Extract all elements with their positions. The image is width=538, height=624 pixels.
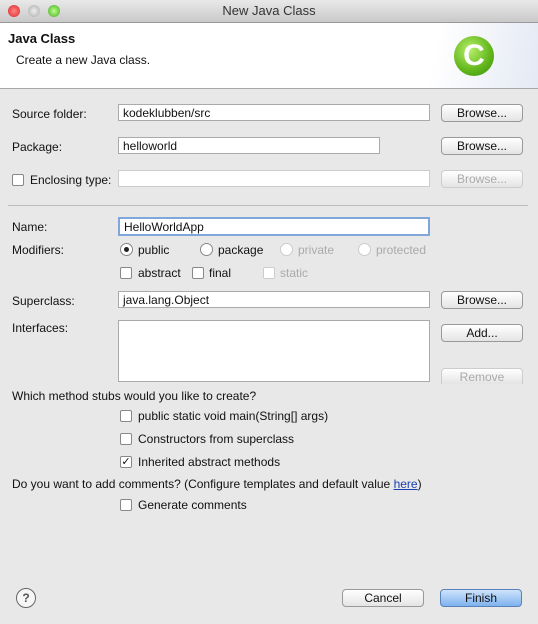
abstract-checkbox[interactable] — [120, 267, 132, 279]
close-window-button[interactable] — [8, 5, 20, 17]
source-folder-label: Source folder: — [12, 107, 87, 121]
enclosing-type-label: Enclosing type: — [30, 173, 112, 187]
finish-button[interactable]: Finish — [440, 589, 522, 607]
interfaces-label: Interfaces: — [12, 321, 69, 335]
static-checkbox[interactable] — [263, 267, 275, 279]
source-folder-input[interactable]: kodeklubben/src — [118, 104, 430, 121]
modifiers-label: Modifiers: — [12, 243, 65, 257]
generate-comments-checkbox[interactable] — [120, 499, 132, 511]
constructors-label: Constructors from superclass — [138, 432, 295, 446]
enclosing-type-checkbox[interactable] — [12, 174, 24, 186]
static-label: static — [280, 266, 309, 280]
separator — [8, 205, 528, 206]
final-label: final — [209, 266, 232, 280]
header-subtitle: Create a new Java class. — [16, 53, 151, 67]
inherited-abstract-label: Inherited abstract methods — [138, 455, 281, 469]
package-radio-label: package — [218, 243, 264, 257]
zoom-window-button[interactable] — [48, 5, 60, 17]
main-method-checkbox[interactable] — [120, 410, 132, 422]
package-label: Package: — [12, 140, 63, 154]
constructors-checkbox[interactable] — [120, 433, 132, 445]
remove-interface-button[interactable]: Remove — [441, 368, 523, 384]
help-icon[interactable]: ? — [16, 588, 36, 608]
package-browse-button[interactable]: Browse... — [441, 137, 523, 155]
generate-comments-label: Generate comments — [138, 498, 247, 512]
protected-label: protected — [376, 243, 427, 257]
superclass-label: Superclass: — [12, 294, 75, 308]
header-title: Java Class — [8, 31, 76, 46]
name-input[interactable]: HelloWorldApp — [118, 217, 430, 236]
private-radio[interactable] — [280, 243, 293, 256]
window-title: New Java Class — [222, 3, 316, 18]
add-interface-button[interactable]: Add... — [441, 324, 523, 342]
cancel-button[interactable]: Cancel — [342, 589, 424, 607]
source-folder-browse-button[interactable]: Browse... — [441, 104, 523, 122]
package-input[interactable]: helloworld — [118, 137, 380, 154]
final-checkbox[interactable] — [192, 267, 204, 279]
protected-radio[interactable] — [358, 243, 371, 256]
comments-question-text: Do you want to add comments? (Configure … — [12, 477, 394, 491]
abstract-label: abstract — [138, 266, 181, 280]
superclass-input[interactable]: java.lang.Object — [118, 291, 430, 308]
title-bar: New Java Class — [0, 0, 538, 23]
public-label: public — [138, 243, 170, 257]
comments-question-close: ) — [417, 477, 422, 491]
java-class-c-icon: C — [454, 36, 494, 76]
public-radio[interactable] — [120, 243, 133, 256]
comments-question: Do you want to add comments? (Configure … — [12, 477, 422, 491]
stubs-question: Which method stubs would you like to cre… — [12, 389, 257, 403]
minimize-window-button[interactable] — [28, 5, 40, 17]
inherited-abstract-checkbox[interactable]: ✓ — [120, 456, 132, 468]
private-label: private — [298, 243, 335, 257]
superclass-browse-button[interactable]: Browse... — [441, 291, 523, 309]
wizard-header: Java Class Create a new Java class. C — [0, 23, 538, 89]
main-method-label: public static void main(String[] args) — [138, 409, 329, 423]
interfaces-list[interactable] — [118, 320, 430, 382]
enclosing-type-input[interactable] — [118, 170, 430, 187]
configure-templates-link[interactable]: here — [394, 477, 418, 491]
name-label: Name: — [12, 220, 48, 234]
enclosing-type-browse-button[interactable]: Browse... — [441, 170, 523, 188]
package-radio[interactable] — [200, 243, 213, 256]
